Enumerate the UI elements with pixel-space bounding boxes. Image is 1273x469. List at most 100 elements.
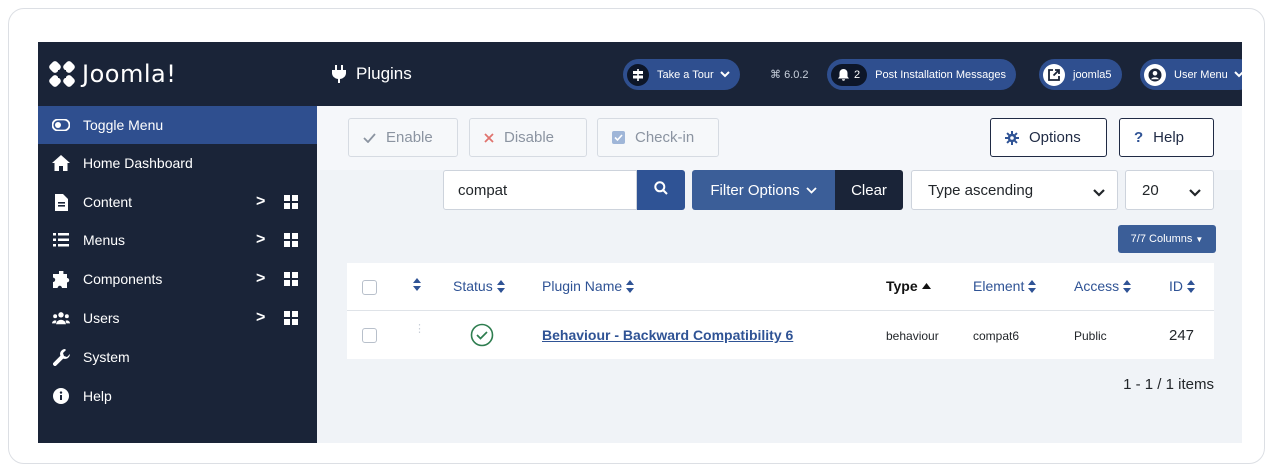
options-label: Options — [1029, 129, 1081, 146]
disable-button[interactable]: Disable — [469, 118, 587, 157]
chevron-right-icon[interactable]: > — [256, 309, 265, 327]
check-in-button[interactable]: Check-in — [597, 118, 719, 157]
plugins-table: Status Plugin Name Type Element Access I… — [347, 263, 1214, 359]
wrench-icon — [52, 348, 70, 366]
external-link-icon — [1043, 63, 1065, 86]
sort-icon — [496, 279, 505, 293]
dashboard-grid-icon[interactable] — [284, 272, 298, 286]
type-column-header[interactable]: Type — [886, 278, 931, 294]
table-header: Status Plugin Name Type Element Access I… — [347, 263, 1214, 311]
page-title-text: Plugins — [356, 64, 412, 83]
sidebar-item-menus[interactable]: Menus > — [38, 221, 317, 259]
sidebar-item-toggle-menu[interactable]: Toggle Menu — [38, 106, 317, 144]
plugin-name-header-label: Plugin Name — [542, 278, 623, 294]
id-cell: 247 — [1169, 327, 1195, 344]
columns-label: 7/7 Columns — [1130, 233, 1193, 245]
user-menu-label: User Menu — [1174, 68, 1228, 81]
filter-options-label: Filter Options — [710, 181, 800, 199]
sort-select[interactable]: Type ascending — [911, 170, 1118, 210]
clear-button[interactable]: Clear — [835, 170, 903, 210]
info-icon — [52, 387, 70, 405]
help-button[interactable]: ? Help — [1119, 118, 1214, 157]
sidebar-item-label: Content — [83, 194, 133, 210]
sidebar-item-label: Menus — [83, 232, 126, 248]
site-link-button[interactable]: joomla5 — [1039, 59, 1122, 90]
plugin-name-link[interactable]: Behaviour - Backward Compatibility 6 — [542, 327, 793, 343]
checkbox-checked-icon — [612, 131, 625, 144]
type-header-label: Type — [886, 278, 918, 294]
table-row: ⋮ Behaviour - Backward Compatibility 6 b… — [347, 311, 1214, 359]
sidebar-item-users[interactable]: Users > — [38, 299, 317, 337]
select-all-checkbox[interactable] — [362, 280, 377, 295]
plugin-name-column-header[interactable]: Plugin Name — [542, 278, 635, 294]
caret-down-icon: ▼ — [1195, 234, 1204, 244]
brand-logo[interactable]: Joomla! — [38, 42, 317, 106]
chevron-down-icon — [1189, 184, 1201, 201]
sidebar-item-components[interactable]: Components > — [38, 260, 317, 298]
signpost-icon — [627, 63, 649, 86]
element-cell: compat6 — [973, 329, 1020, 343]
status-enabled-icon[interactable] — [470, 323, 494, 352]
toggle-icon — [52, 116, 70, 134]
version-number: 6.0.2 — [784, 69, 809, 81]
sort-icon — [1187, 279, 1195, 293]
main-content: Enable Disable Check-in Options ? Help c… — [317, 106, 1242, 443]
disable-label: Disable — [504, 129, 555, 146]
search-button[interactable] — [637, 170, 685, 210]
list-icon — [52, 231, 70, 249]
access-cell: Public — [1074, 329, 1107, 343]
joomla-logo-icon — [48, 60, 76, 88]
puzzle-icon — [52, 270, 70, 288]
notification-badge: 2 — [831, 63, 868, 86]
element-header-label: Element — [973, 278, 1025, 294]
chevron-right-icon[interactable]: > — [256, 231, 265, 249]
enable-label: Enable — [386, 129, 433, 146]
version-label: ⌘ 6.0.2 — [770, 68, 809, 81]
notification-count: 2 — [854, 68, 861, 81]
sidebar-item-system[interactable]: System — [38, 338, 317, 376]
row-checkbox[interactable] — [362, 328, 377, 343]
sidebar-item-label: System — [83, 349, 130, 365]
columns-button[interactable]: 7/7 Columns ▼ — [1118, 225, 1216, 253]
gear-icon — [1005, 130, 1019, 145]
chevron-down-icon — [1093, 184, 1105, 201]
close-icon — [484, 132, 494, 143]
id-column-header[interactable]: ID — [1169, 278, 1195, 294]
page-title: Plugins — [332, 64, 412, 84]
options-button[interactable]: Options — [990, 118, 1107, 157]
user-menu-button[interactable]: User Menu — [1140, 59, 1242, 90]
take-a-tour-label: Take a Tour — [657, 68, 714, 81]
dashboard-grid-icon[interactable] — [284, 233, 298, 247]
sidebar-item-content[interactable]: Content > — [38, 183, 317, 221]
search-input[interactable] — [443, 170, 637, 210]
sort-select-value: Type ascending — [928, 181, 1034, 199]
sidebar-item-label: Help — [83, 388, 112, 404]
take-a-tour-button[interactable]: Take a Tour — [623, 59, 740, 90]
access-header-label: Access — [1074, 278, 1120, 294]
post-installation-messages-button[interactable]: 2 Post Installation Messages — [827, 59, 1016, 90]
sidebar-item-label: Users — [83, 310, 120, 326]
header: Plugins Take a Tour ⌘ 6.0.2 2 Post Insta… — [317, 42, 1242, 106]
type-cell: behaviour — [886, 329, 939, 343]
ordering-sort-icon[interactable] — [413, 278, 421, 291]
element-column-header[interactable]: Element — [973, 278, 1037, 294]
sidebar-item-help[interactable]: Help — [38, 377, 317, 415]
toolbar: Enable Disable Check-in Options ? Help — [317, 106, 1242, 170]
filter-options-button[interactable]: Filter Options — [692, 170, 835, 210]
list-limit-select[interactable]: 20 — [1125, 170, 1214, 210]
access-column-header[interactable]: Access — [1074, 278, 1132, 294]
site-name-label: joomla5 — [1073, 68, 1112, 81]
check-icon — [363, 132, 376, 143]
dashboard-grid-icon[interactable] — [284, 195, 298, 209]
chevron-right-icon[interactable]: > — [256, 270, 265, 288]
user-icon — [1144, 63, 1166, 86]
sidebar-item-home-dashboard[interactable]: Home Dashboard — [38, 144, 317, 182]
enable-button[interactable]: Enable — [348, 118, 458, 157]
status-column-header[interactable]: Status — [453, 278, 505, 294]
chevron-right-icon[interactable]: > — [256, 193, 265, 211]
pagination-summary: 1 - 1 / 1 items — [1123, 376, 1214, 393]
dashboard-grid-icon[interactable] — [284, 311, 298, 325]
sidebar-item-label: Home Dashboard — [83, 155, 193, 171]
sort-icon — [1123, 279, 1132, 293]
drag-handle-icon[interactable]: ⋮ — [414, 324, 425, 335]
